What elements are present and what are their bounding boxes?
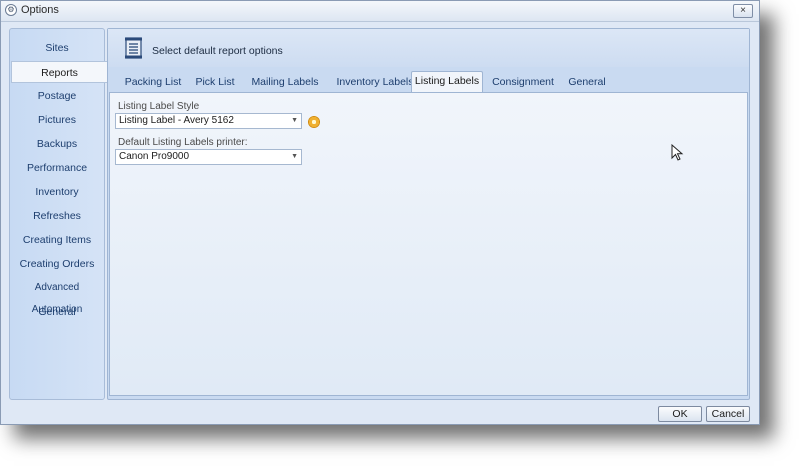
tab-general[interactable]: General bbox=[566, 73, 608, 92]
sidebar-item-creating-items[interactable]: Creating Items bbox=[10, 229, 104, 251]
gear-icon[interactable] bbox=[308, 116, 320, 128]
sidebar-item-performance[interactable]: Performance bbox=[10, 157, 104, 179]
sidebar-item-advanced-automation[interactable]: Advanced Automation bbox=[10, 277, 104, 315]
cancel-button[interactable]: Cancel bbox=[706, 406, 750, 422]
section-header: Select default report options bbox=[108, 29, 749, 67]
ok-button[interactable]: OK bbox=[658, 406, 702, 422]
sidebar-item-inventory[interactable]: Inventory bbox=[10, 181, 104, 203]
content-area: Select default report options Packing Li… bbox=[107, 28, 750, 400]
printer-value: Canon Pro9000 bbox=[119, 151, 190, 162]
close-button[interactable]: × bbox=[733, 4, 753, 18]
sidebar-item-postage[interactable]: Postage bbox=[10, 85, 104, 107]
tab-bar: Packing List Pick List Mailing Labels In… bbox=[108, 71, 749, 93]
tab-inventory-labels[interactable]: Inventory Labels bbox=[330, 73, 420, 92]
window-title: Options bbox=[21, 4, 59, 16]
tab-listing-labels[interactable]: Listing Labels bbox=[411, 71, 483, 93]
label-style-select[interactable]: Listing Label - Avery 5162 ▼ bbox=[115, 113, 302, 129]
sidebar-item-reports[interactable]: Reports bbox=[11, 61, 107, 83]
report-document-icon bbox=[125, 37, 142, 59]
mouse-pointer-icon bbox=[671, 144, 684, 161]
tab-mailing-labels[interactable]: Mailing Labels bbox=[246, 73, 324, 92]
tab-packing-list[interactable]: Packing List bbox=[122, 73, 184, 92]
sidebar-item-refreshes[interactable]: Refreshes bbox=[10, 205, 104, 227]
label-style-label: Listing Label Style bbox=[118, 101, 200, 112]
printer-label: Default Listing Labels printer: bbox=[118, 137, 248, 148]
chevron-down-icon: ▼ bbox=[291, 117, 298, 124]
options-window: ⚙ Options × Sites Reports Postage Pictur… bbox=[0, 0, 760, 425]
app-icon: ⚙ bbox=[5, 4, 17, 16]
sidebar-item-general[interactable]: General bbox=[10, 301, 104, 323]
tab-consignment[interactable]: Consignment bbox=[492, 73, 554, 92]
label-style-value: Listing Label - Avery 5162 bbox=[119, 115, 234, 126]
sidebar-item-creating-orders[interactable]: Creating Orders bbox=[10, 253, 104, 275]
title-bar: ⚙ Options × bbox=[1, 1, 759, 22]
listing-labels-panel: Listing Label Style Listing Label - Aver… bbox=[109, 92, 748, 396]
sidebar-item-pictures[interactable]: Pictures bbox=[10, 109, 104, 131]
chevron-down-icon: ▼ bbox=[291, 153, 298, 160]
printer-select[interactable]: Canon Pro9000 ▼ bbox=[115, 149, 302, 165]
header-title: Select default report options bbox=[152, 45, 283, 57]
sidebar: Sites Reports Postage Pictures Backups P… bbox=[9, 28, 107, 400]
sidebar-item-backups[interactable]: Backups bbox=[10, 133, 104, 155]
sidebar-item-sites[interactable]: Sites bbox=[10, 37, 104, 59]
tab-pick-list[interactable]: Pick List bbox=[192, 73, 238, 92]
